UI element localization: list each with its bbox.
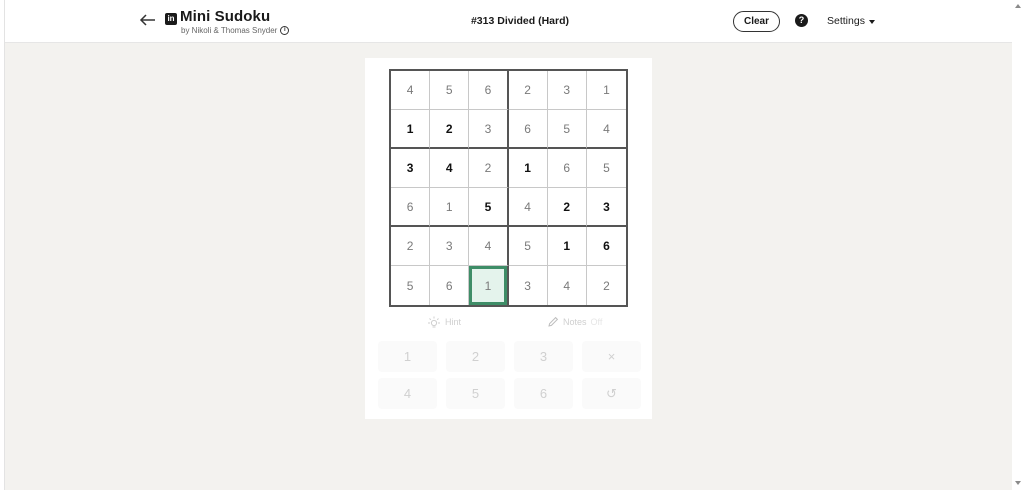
- number-pad: 1 2 3 × 4 5 6 ↺: [378, 341, 644, 409]
- board-cell[interactable]: 3: [430, 227, 470, 266]
- pad-key-2[interactable]: 2: [446, 341, 505, 372]
- settings-menu[interactable]: Settings: [827, 15, 875, 27]
- board-cell[interactable]: 3: [469, 110, 509, 149]
- board-cell[interactable]: 5: [586, 149, 626, 188]
- board-cell[interactable]: 2: [391, 227, 431, 266]
- board-cell[interactable]: 1: [547, 227, 587, 266]
- board-cell[interactable]: 1: [508, 149, 548, 188]
- pad-key-6[interactable]: 6: [514, 378, 573, 409]
- board-cell[interactable]: 5: [508, 227, 548, 266]
- board-cell[interactable]: 4: [548, 266, 587, 305]
- linkedin-logo-icon: in: [165, 13, 177, 25]
- board-cell[interactable]: 2: [469, 149, 509, 188]
- hint-label: Hint: [445, 317, 462, 327]
- board-cell[interactable]: 2: [547, 188, 587, 227]
- board-cell[interactable]: 6: [586, 227, 626, 266]
- hint-button[interactable]: Hint: [427, 316, 461, 328]
- back-arrow-icon[interactable]: [137, 9, 159, 31]
- board-cell[interactable]: 3: [586, 188, 626, 227]
- board-cell[interactable]: 5: [430, 71, 470, 110]
- board-cell[interactable]: 5: [469, 188, 509, 227]
- board-cell[interactable]: 4: [430, 149, 470, 188]
- pad-key-5[interactable]: 5: [446, 378, 505, 409]
- board-cell[interactable]: 1: [430, 188, 470, 227]
- caret-down-icon: [868, 19, 875, 24]
- board-cell[interactable]: 6: [391, 188, 431, 227]
- erase-button[interactable]: ×: [582, 341, 641, 372]
- board-cell[interactable]: 2: [508, 71, 548, 110]
- help-icon[interactable]: ?: [795, 14, 808, 27]
- board-cell[interactable]: 4: [508, 188, 548, 227]
- board-cell[interactable]: 1: [391, 110, 431, 149]
- sudoku-board: 456231123654342165615423234516561342: [389, 69, 628, 307]
- pad-key-3[interactable]: 3: [514, 341, 573, 372]
- notes-state: Off: [590, 317, 603, 327]
- board-cell[interactable]: 1: [469, 266, 509, 305]
- top-bar: in Mini Sudoku by Nikoli & Thomas Snyder…: [5, 0, 1013, 43]
- board-cell[interactable]: 4: [586, 110, 626, 149]
- board-cell[interactable]: 6: [430, 266, 470, 305]
- board-cell[interactable]: 6: [547, 149, 587, 188]
- undo-button[interactable]: ↺: [582, 378, 641, 409]
- board-cell[interactable]: 3: [547, 71, 587, 110]
- board-cell[interactable]: 3: [391, 149, 431, 188]
- board-cell[interactable]: 3: [509, 266, 548, 305]
- notes-toggle[interactable]: Notes Off: [547, 316, 602, 328]
- pencil-icon: [548, 316, 559, 327]
- scroll-down-icon[interactable]: [1015, 481, 1021, 485]
- game-panel: 456231123654342165615423234516561342 Hin…: [365, 58, 652, 419]
- pad-key-1[interactable]: 1: [378, 341, 437, 372]
- board-cell[interactable]: 2: [430, 110, 470, 149]
- board-cell[interactable]: 5: [391, 266, 431, 305]
- board-cell[interactable]: 5: [547, 110, 587, 149]
- byline-text: by Nikoli & Thomas Snyder: [181, 26, 278, 35]
- byline: by Nikoli & Thomas Snyder i: [181, 26, 290, 35]
- clear-button[interactable]: Clear: [733, 11, 780, 32]
- tools-row: Hint Notes Off: [365, 316, 652, 332]
- settings-label: Settings: [827, 15, 865, 27]
- board-cell[interactable]: 6: [469, 71, 509, 110]
- pad-key-4[interactable]: 4: [378, 378, 437, 409]
- lightbulb-icon: [428, 316, 440, 328]
- board-cell[interactable]: 6: [508, 110, 548, 149]
- board-cell[interactable]: 2: [587, 266, 626, 305]
- app-frame: in Mini Sudoku by Nikoli & Thomas Snyder…: [4, 0, 1013, 490]
- vertical-scrollbar[interactable]: [1012, 0, 1024, 490]
- puzzle-name: #313 Divided (Hard): [470, 15, 570, 27]
- notes-label: Notes: [563, 317, 587, 327]
- game-title: Mini Sudoku: [180, 8, 271, 25]
- info-icon[interactable]: i: [280, 26, 290, 35]
- board-cell[interactable]: 1: [586, 71, 626, 110]
- board-cell[interactable]: 4: [391, 71, 431, 110]
- scroll-up-icon[interactable]: [1015, 4, 1021, 8]
- board-cell[interactable]: 4: [469, 227, 509, 266]
